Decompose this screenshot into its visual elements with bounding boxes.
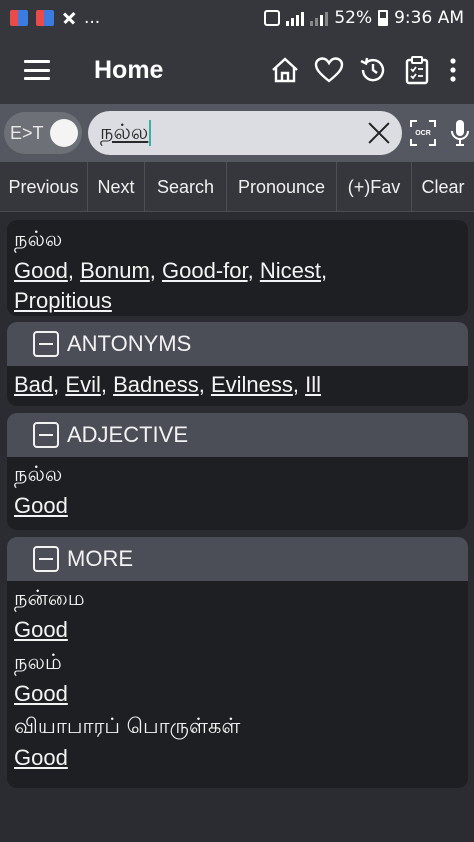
- action-buttons: Previous Next Search Pronounce (+)Fav Cl…: [0, 162, 474, 212]
- source-word: நல்ல: [14, 227, 63, 251]
- more-translation-row: Good: [7, 679, 468, 709]
- translation-link[interactable]: Nicest: [260, 258, 321, 283]
- more-icon[interactable]: [446, 55, 460, 85]
- heart-icon[interactable]: [314, 55, 344, 85]
- signal-icon: [286, 10, 305, 26]
- microphone-icon[interactable]: [450, 119, 470, 147]
- translation-link[interactable]: Bonum: [80, 258, 150, 283]
- more-translation-row: Good: [7, 615, 468, 645]
- antonym-link[interactable]: Ill: [305, 372, 321, 397]
- translation-link[interactable]: Propitious: [14, 288, 112, 313]
- add-favorite-button[interactable]: (+)Fav: [337, 162, 412, 212]
- battery-percent: 52%: [334, 8, 373, 28]
- more-word: நன்மை: [14, 586, 85, 610]
- antonyms-header[interactable]: ANTONYMS: [7, 322, 468, 366]
- dictionary-notification-icon-2: [36, 10, 54, 26]
- page-title: Home: [94, 55, 164, 84]
- toggle-knob: [50, 119, 78, 147]
- translation-link[interactable]: Good: [14, 745, 68, 770]
- collapse-icon[interactable]: [33, 422, 59, 448]
- menu-icon[interactable]: [24, 60, 50, 80]
- antonyms-card: ANTONYMS Bad, Evil, Badness, Evilness, I…: [7, 322, 468, 406]
- antonym-list: Bad, Evil, Badness, Evilness, Ill: [14, 372, 321, 397]
- translation-link[interactable]: Good: [14, 258, 68, 283]
- search-row: E>T நல்ல OCR: [0, 104, 474, 162]
- translation-list: Good, Bonum, Good-for, Nicest, Propitiou…: [14, 258, 328, 313]
- clipboard-icon[interactable]: [402, 55, 432, 85]
- clock: 9:36 AM: [394, 8, 464, 28]
- more-word: நலம்: [14, 650, 62, 674]
- search-query: நல்ல: [100, 119, 149, 144]
- signal-icon-2: [310, 10, 329, 26]
- language-toggle-label: E>T: [10, 122, 44, 143]
- pronounce-button[interactable]: Pronounce: [227, 162, 337, 212]
- dictionary-notification-icon: [10, 10, 28, 26]
- more-card: MORE நன்மை Good நலம் Good வியாபாரப் பொரு…: [7, 537, 468, 788]
- text-caret: [149, 120, 152, 146]
- search-input[interactable]: நல்ல: [88, 111, 402, 155]
- clear-button[interactable]: Clear: [412, 162, 474, 212]
- adjective-card: ADJECTIVE நல்ல Good: [7, 413, 468, 530]
- ocr-scan-icon[interactable]: OCR: [410, 120, 436, 146]
- translation-link[interactable]: Good: [14, 681, 68, 706]
- main-result-card: நல்ல Good, Bonum, Good-for, Nicest, Prop…: [7, 220, 468, 316]
- adjective-title: ADJECTIVE: [67, 422, 189, 447]
- app-bar: Home: [0, 36, 474, 104]
- home-icon[interactable]: [270, 55, 300, 85]
- more-header[interactable]: MORE: [7, 537, 468, 581]
- translation-link[interactable]: Good-for: [162, 258, 248, 283]
- language-toggle[interactable]: E>T: [4, 112, 82, 154]
- more-translation-row: Good: [7, 743, 468, 773]
- antonym-link[interactable]: Evilness: [211, 372, 293, 397]
- previous-button[interactable]: Previous: [0, 162, 88, 212]
- next-button[interactable]: Next: [88, 162, 145, 212]
- clear-search-icon[interactable]: [366, 120, 392, 146]
- status-bar: ... 52% 9:36 AM: [0, 0, 474, 36]
- antonyms-title: ANTONYMS: [67, 331, 192, 356]
- adjective-translation-row: Good: [7, 491, 468, 521]
- ocr-label: OCR: [415, 129, 431, 137]
- translation-link[interactable]: Good: [14, 617, 68, 642]
- antonym-link[interactable]: Bad: [14, 372, 53, 397]
- antonym-link[interactable]: Evil: [65, 372, 100, 397]
- collapse-icon[interactable]: [33, 546, 59, 572]
- more-title: MORE: [67, 546, 133, 571]
- search-button[interactable]: Search: [145, 162, 227, 212]
- battery-icon: [378, 10, 389, 26]
- pinwheel-icon: [62, 11, 76, 25]
- call-icon: [264, 10, 281, 26]
- history-icon[interactable]: [358, 55, 388, 85]
- antonym-link[interactable]: Badness: [113, 372, 199, 397]
- more-word: வியாபாரப் பொருள்கள்: [14, 714, 241, 738]
- translation-link[interactable]: Good: [14, 493, 68, 518]
- adjective-header[interactable]: ADJECTIVE: [7, 413, 468, 457]
- more-notifications: ...: [84, 8, 101, 28]
- collapse-icon[interactable]: [33, 331, 59, 357]
- adjective-word: நல்ல: [14, 462, 63, 486]
